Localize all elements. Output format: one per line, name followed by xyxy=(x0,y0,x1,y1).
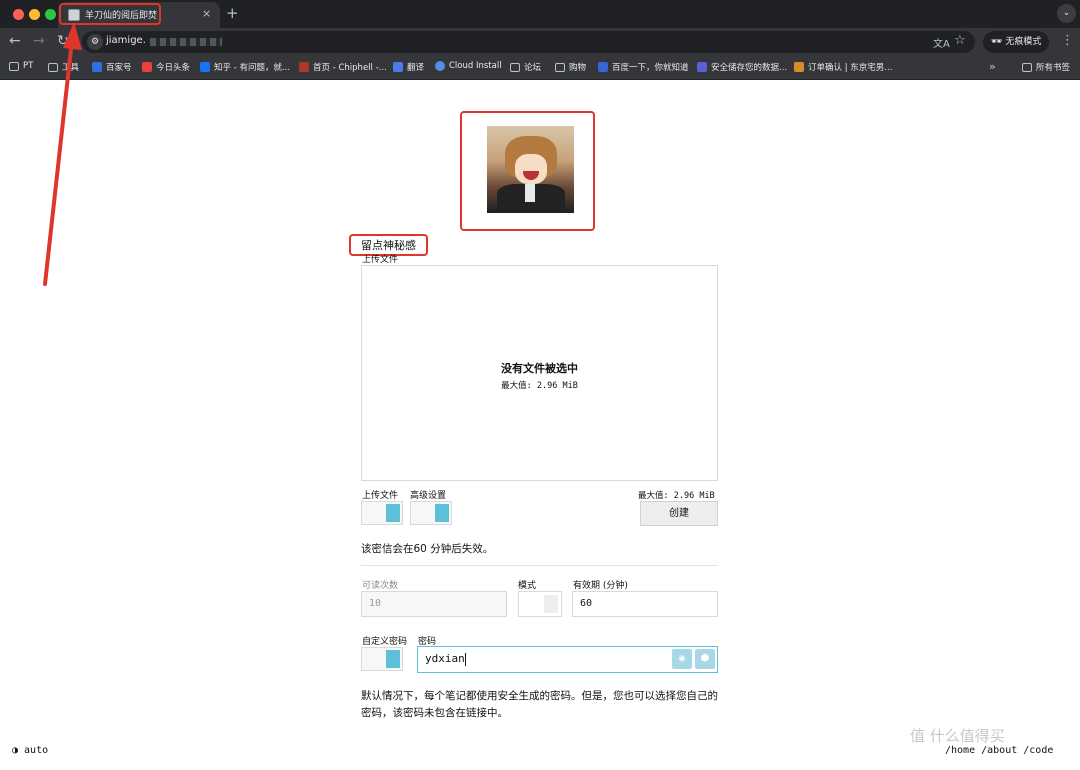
password-help-text: 默认情况下，每个笔记都使用安全生成的密码。但是，您也可以选择您自己的密码，该密码… xyxy=(361,690,718,719)
create-button[interactable]: 创建 xyxy=(640,501,718,526)
incognito-icon: 🕶 xyxy=(991,37,1003,47)
bookmark-item[interactable]: 首页 - Chiphell -... xyxy=(299,61,387,73)
dropzone-title: 没有文件被选中 xyxy=(501,362,578,375)
upload-section-label: 上传文件 xyxy=(362,255,399,265)
tab-highlight-box xyxy=(59,3,161,25)
footer-nav-links[interactable]: /home /about /code xyxy=(945,745,1053,756)
all-bookmarks[interactable]: 所有书签 xyxy=(1022,61,1070,73)
cloud-icon xyxy=(435,61,445,71)
upload-file-toggle[interactable] xyxy=(361,501,403,525)
read-count-label: 可读次数 xyxy=(362,581,399,591)
bookmark-star-icon[interactable]: ☆ xyxy=(954,33,966,48)
max-size-text: 最大值: 2.96 MiB xyxy=(638,491,715,501)
expiry-label: 有效期 (分钟) xyxy=(573,581,628,591)
dice-generate-icon[interactable]: ⬢ xyxy=(695,649,715,669)
address-bar[interactable]: ⚙ jiamige. 文A ☆ xyxy=(82,31,975,53)
url-text: jiamige. xyxy=(106,35,146,46)
page-content: 留点神秘感 上传文件 没有文件被选中 最大值: 2.96 MiB 上传文件 高级… xyxy=(0,81,1080,770)
watermark-logo: 值 什么值得买 xyxy=(910,727,1005,745)
folder-icon xyxy=(48,62,58,72)
read-count-input[interactable]: 10 xyxy=(361,591,507,617)
bookmark-item[interactable]: 订单确认 | 东京宅男... xyxy=(794,61,892,73)
storage-icon xyxy=(697,62,707,72)
bookmark-item[interactable]: 百家号 xyxy=(92,61,132,73)
translate-icon xyxy=(393,62,403,72)
tab-search-chevron-icon[interactable]: ⌄ xyxy=(1057,4,1076,23)
order-icon xyxy=(794,62,804,72)
expiry-minutes-input[interactable]: 60 xyxy=(572,591,718,617)
back-arrow-icon[interactable]: ← xyxy=(9,33,21,49)
bookmark-item[interactable]: 今日头条 xyxy=(142,61,190,73)
chiphell-icon xyxy=(299,62,309,72)
browser-toolbar: ← → ↻ ⚙ jiamige. 文A ☆ 🕶 无痕模式 ⋮ xyxy=(0,28,1080,56)
toggle-knob xyxy=(386,504,400,522)
close-tab-icon[interactable]: × xyxy=(202,7,211,20)
divider xyxy=(361,565,718,566)
text-caret xyxy=(464,652,466,666)
custom-password-toggle[interactable] xyxy=(361,647,403,671)
custom-password-label: 自定义密码 xyxy=(362,637,408,647)
incognito-label: 无痕模式 xyxy=(1005,37,1042,47)
minimize-window-button[interactable] xyxy=(29,9,40,20)
password-input[interactable]: ydxian ◉ ⬢ xyxy=(417,646,718,673)
folder-icon xyxy=(510,62,520,72)
bookmark-item[interactable]: 知乎 - 有问题，就... xyxy=(200,61,290,73)
folder-icon xyxy=(555,62,565,72)
site-info-icon[interactable]: ⚙ xyxy=(87,34,103,50)
dropzone-max-size: 最大值: 2.96 MiB xyxy=(501,381,578,391)
translate-icon[interactable]: 文A xyxy=(933,35,950,50)
bookmarks-bar: PT 工具 百家号 今日头条 知乎 - 有问题，就... 首页 - Chiphe… xyxy=(0,56,1080,80)
bookmark-item[interactable]: 论坛 xyxy=(510,61,541,73)
forward-arrow-icon[interactable]: → xyxy=(33,33,45,49)
bookmark-item[interactable]: PT xyxy=(9,61,33,71)
eye-slash-icon[interactable]: ◉ xyxy=(672,649,692,669)
maximize-window-button[interactable] xyxy=(45,9,56,20)
bookmark-item[interactable]: 百度一下，你就知道 xyxy=(598,61,689,73)
new-tab-button[interactable]: + xyxy=(226,4,239,22)
toggle-knob xyxy=(544,595,558,613)
toggle-upload-label: 上传文件 xyxy=(362,491,399,501)
folder-icon xyxy=(1022,62,1032,72)
folder-icon xyxy=(9,61,19,71)
window-titlebar: 羊刀仙的阅后即焚 × + ⌄ xyxy=(0,0,1080,28)
file-dropzone[interactable]: 没有文件被选中 最大值: 2.96 MiB xyxy=(361,265,718,481)
theme-switch[interactable]: ◑ auto xyxy=(12,745,48,756)
mode-toggle[interactable] xyxy=(518,591,562,617)
incognito-badge[interactable]: 🕶 无痕模式 xyxy=(983,31,1049,53)
zhihu-icon xyxy=(200,62,210,72)
mode-label: 模式 xyxy=(518,581,537,591)
avatar-highlight-box xyxy=(460,111,595,231)
baijiahao-icon xyxy=(92,62,102,72)
bookmark-item[interactable]: 安全储存您的数据... xyxy=(697,61,787,73)
baidu-icon xyxy=(598,62,608,72)
toggle-knob xyxy=(435,504,449,522)
password-value: ydxian xyxy=(425,652,465,665)
expire-note: 该密信会在60 分钟后失效。 xyxy=(361,543,494,555)
reload-icon[interactable]: ↻ xyxy=(57,33,69,49)
site-avatar-image xyxy=(487,126,574,213)
toutiao-icon xyxy=(142,62,152,72)
bookmark-item[interactable]: 翻译 xyxy=(393,61,424,73)
close-window-button[interactable] xyxy=(13,9,24,20)
bookmark-item[interactable]: Cloud Install xyxy=(435,61,502,71)
advanced-settings-toggle[interactable] xyxy=(410,501,452,525)
more-bookmarks-icon[interactable]: » xyxy=(989,60,996,73)
redacted-url-block xyxy=(150,38,222,46)
browser-menu-icon[interactable]: ⋮ xyxy=(1061,33,1074,48)
bookmark-item[interactable]: 工具 xyxy=(48,61,79,73)
bookmark-item[interactable]: 购物 xyxy=(555,61,586,73)
toggle-knob xyxy=(386,650,400,668)
toggle-advanced-label: 高级设置 xyxy=(410,491,447,501)
